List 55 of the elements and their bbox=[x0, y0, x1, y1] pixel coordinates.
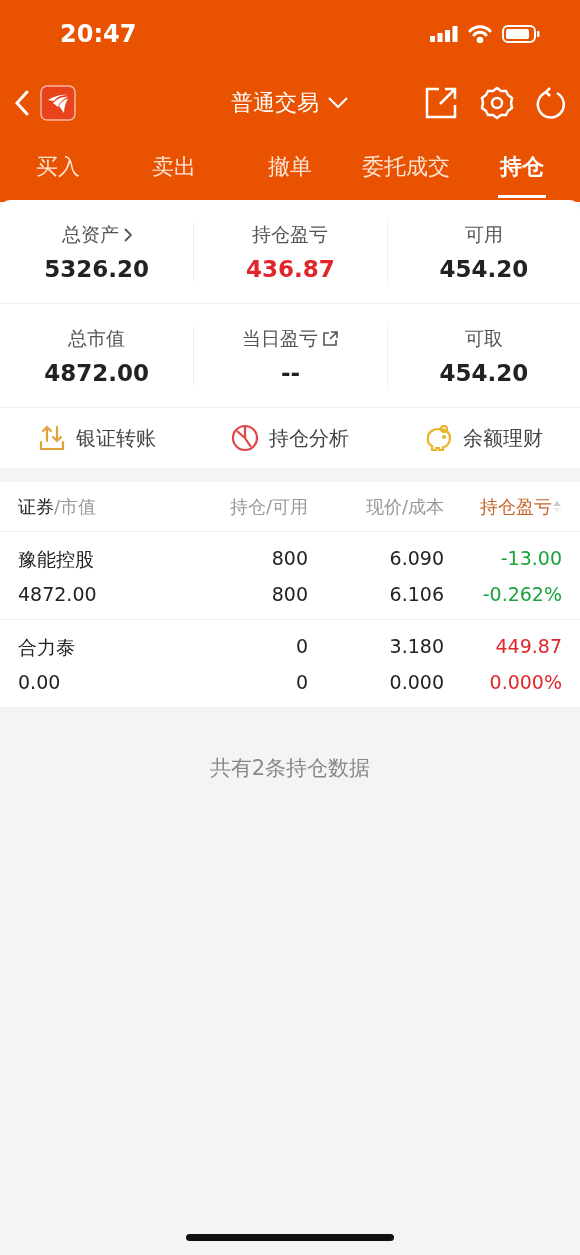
record-count-text: 共有2条持仓数据 bbox=[208, 755, 372, 782]
dropdown-caret-icon[interactable] bbox=[327, 96, 349, 110]
stock-name: 豫能控股 bbox=[18, 546, 95, 572]
page-title[interactable]: 普通交易 bbox=[231, 88, 319, 118]
stat-label: 总市值 bbox=[68, 325, 126, 351]
column-header[interactable]: 持仓/可用 bbox=[229, 494, 308, 519]
tab[interactable]: 委托成交 bbox=[360, 138, 452, 198]
stat-value: -- bbox=[280, 359, 301, 386]
signal-icon bbox=[430, 26, 458, 42]
tab[interactable]: 撤单 bbox=[266, 138, 314, 198]
action-link[interactable]: 银证转账 bbox=[75, 424, 156, 452]
action-link[interactable]: 余额理财 bbox=[463, 424, 544, 452]
stat-label: 总资产 bbox=[61, 221, 119, 247]
stat-label: 持仓盈亏 bbox=[252, 221, 329, 247]
transfer-icon bbox=[37, 424, 66, 452]
stat-label: 当日盈亏 bbox=[242, 325, 319, 351]
stat-label: 可用 bbox=[464, 221, 503, 247]
action-link[interactable]: 持仓分析 bbox=[269, 424, 349, 452]
table-cell-text: 4872.00 bbox=[18, 582, 98, 605]
external-link-icon bbox=[322, 330, 339, 347]
battery-icon bbox=[502, 25, 540, 43]
app-logo-icon bbox=[40, 85, 76, 121]
stat-value: 5326.20 bbox=[44, 255, 150, 282]
share-icon[interactable] bbox=[424, 86, 458, 120]
table-cell-text: 6.106 bbox=[388, 582, 444, 605]
table-cell-text: 0.00 bbox=[18, 670, 62, 693]
tab[interactable]: 买入 bbox=[34, 138, 82, 198]
settings-icon[interactable] bbox=[480, 86, 514, 120]
table-cell-text: 449.87 bbox=[494, 634, 562, 659]
stat-value: 4872.00 bbox=[44, 359, 150, 386]
wifi-icon bbox=[468, 25, 492, 43]
column-header[interactable]: 现价/成本 bbox=[365, 494, 444, 519]
tab[interactable]: 卖出 bbox=[150, 138, 198, 198]
table-cell-text: 0 bbox=[294, 634, 308, 659]
table-cell-text: 0.000 bbox=[388, 670, 444, 693]
pie-chart-icon bbox=[231, 424, 259, 452]
refresh-icon[interactable] bbox=[536, 87, 566, 119]
status-time: 20:47 bbox=[60, 20, 137, 48]
stat-value: 454.20 bbox=[439, 359, 529, 386]
stock-name: 合力泰 bbox=[18, 634, 76, 660]
table-cell-text: 3.180 bbox=[388, 634, 444, 659]
table-cell-text: -0.262% bbox=[481, 582, 562, 605]
table-cell-text: 0 bbox=[294, 670, 308, 693]
stat-value: 436.87 bbox=[246, 255, 335, 282]
stat-value: 454.20 bbox=[439, 255, 529, 282]
table-cell-text: 6.090 bbox=[388, 546, 444, 571]
stat-label: 可取 bbox=[464, 325, 503, 351]
column-header[interactable]: 证券/市值 bbox=[18, 494, 97, 519]
column-header[interactable]: 持仓盈亏 bbox=[480, 494, 552, 519]
table-cell-text: 800 bbox=[270, 546, 308, 571]
chevron-right-icon bbox=[122, 227, 132, 242]
back-icon[interactable] bbox=[14, 89, 30, 117]
table-cell-text: 800 bbox=[270, 582, 308, 605]
table-cell-text: 0.000% bbox=[488, 670, 562, 693]
table-cell-text: -13.00 bbox=[499, 546, 562, 571]
